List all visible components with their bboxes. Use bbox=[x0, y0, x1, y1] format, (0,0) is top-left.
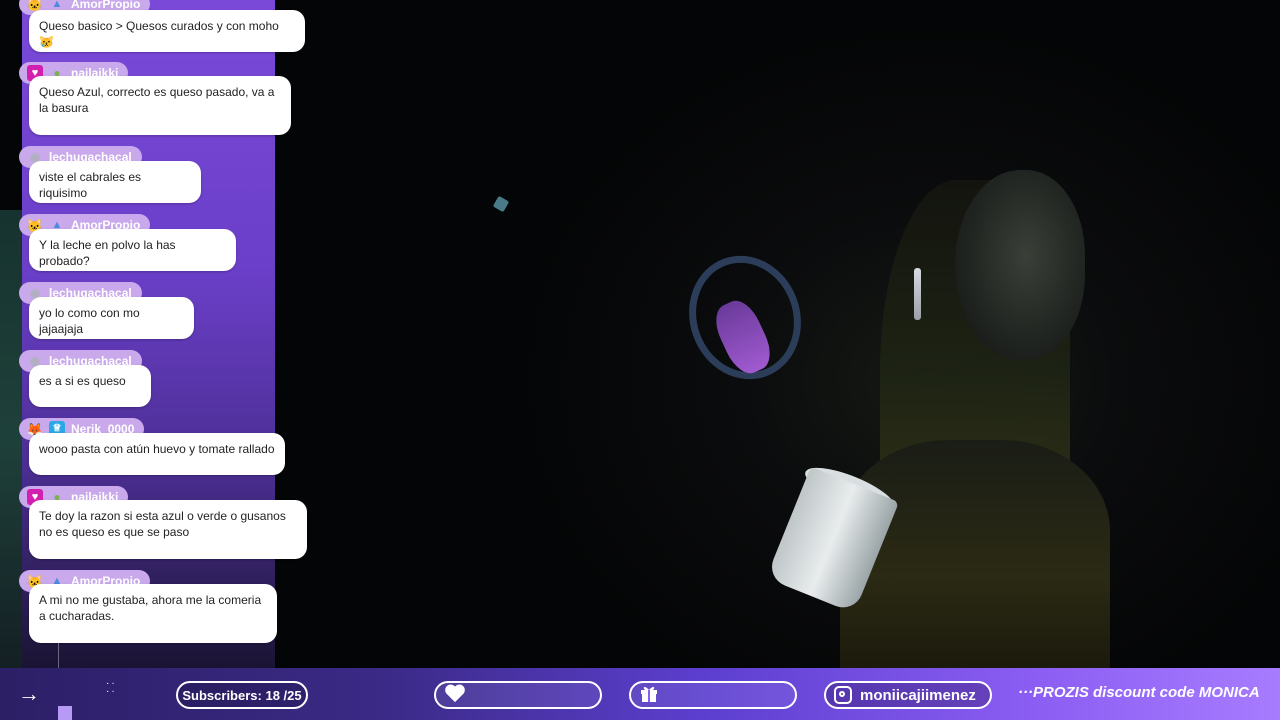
instagram-handle: moniicajiimenez bbox=[860, 686, 976, 704]
streamer-shoulder bbox=[840, 440, 1110, 668]
chat-text: Queso Azul, correcto es queso pasado, va… bbox=[39, 85, 275, 115]
chat-bubble: Te doy la razon si esta azul o verde o g… bbox=[29, 500, 307, 559]
likes-goal-bar bbox=[434, 681, 602, 709]
subscribers-label: Subscribers: 18 /25 bbox=[182, 687, 302, 703]
instagram-icon bbox=[834, 686, 852, 704]
chat-text: es a si es queso bbox=[39, 374, 126, 388]
chat-bubble: Queso Azul, correcto es queso pasado, va… bbox=[29, 76, 291, 135]
gifts-goal-bar bbox=[629, 681, 797, 709]
chat-bubble: Y la leche en polvo la has probado? bbox=[29, 229, 236, 271]
chat-bubble: viste el cabrales es riquisimo bbox=[29, 161, 201, 203]
corner-square bbox=[58, 706, 72, 720]
bottom-bar: → ·· ·· Subscribers: 18 /25 moniicajiimen… bbox=[0, 668, 1280, 720]
gift-icon bbox=[639, 683, 659, 708]
chat-text: Queso basico > Quesos curados y con moho… bbox=[39, 19, 279, 49]
heart-icon bbox=[444, 683, 466, 708]
chat-bubble: yo lo como con mo jajaajaja bbox=[29, 297, 194, 339]
dots-icon: ·· ·· bbox=[106, 678, 117, 697]
earring bbox=[914, 268, 921, 320]
light-reflection bbox=[492, 195, 510, 213]
sponsor-ticker: ···PROZIS discount code MONICA bbox=[1018, 684, 1260, 701]
chat-bubble: A mi no me gustaba, ahora me la comeria … bbox=[29, 584, 277, 643]
chat-text: viste el cabrales es riquisimo bbox=[39, 170, 142, 200]
chat-text: wooo pasta con atún huevo y tomate ralla… bbox=[39, 442, 275, 456]
chat-text: A mi no me gustaba, ahora me la comeria … bbox=[39, 593, 262, 623]
streamer-face bbox=[955, 170, 1085, 360]
chat-text: Y la leche en polvo la has probado? bbox=[39, 238, 176, 268]
arrow-right-icon[interactable]: → bbox=[18, 681, 40, 707]
subscribers-goal: Subscribers: 18 /25 bbox=[176, 681, 308, 709]
chat-bubble: wooo pasta con atún huevo y tomate ralla… bbox=[29, 433, 285, 475]
chat-text: Te doy la razon si esta azul o verde o g… bbox=[39, 509, 286, 539]
chat-bubble: es a si es queso bbox=[29, 365, 151, 407]
chat-text: yo lo como con mo jajaajaja bbox=[39, 306, 140, 336]
instagram-handle-pill[interactable]: moniicajiimenez bbox=[824, 681, 992, 709]
chat-bubble: Queso basico > Quesos curados y con moho… bbox=[29, 10, 305, 52]
